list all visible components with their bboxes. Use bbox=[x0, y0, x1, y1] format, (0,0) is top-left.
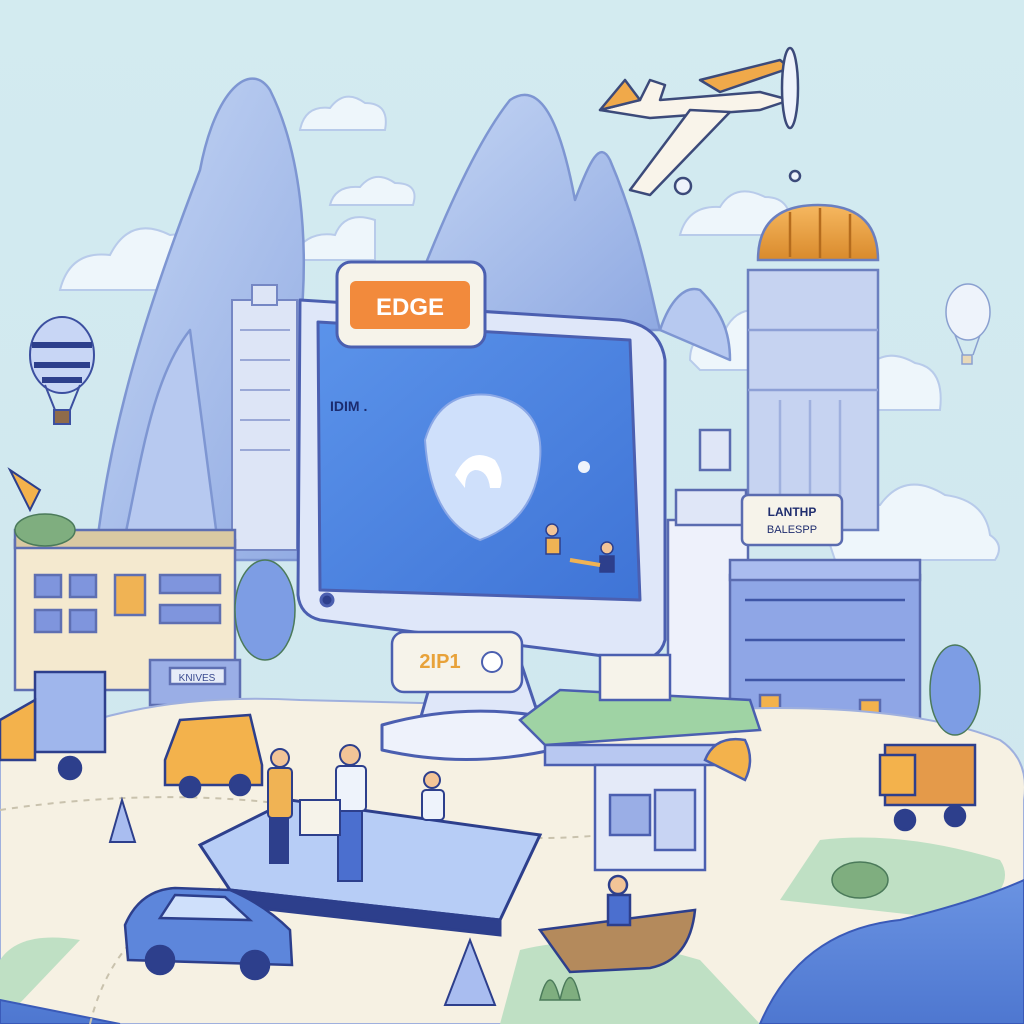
left-tower-building bbox=[231, 284, 298, 551]
building-sign-line1: LANTHP bbox=[768, 505, 817, 519]
stand-label-icon bbox=[481, 651, 503, 673]
stand-label-text: 2IP1 bbox=[419, 651, 460, 673]
observatory-tower bbox=[746, 203, 880, 532]
yellow-van bbox=[163, 713, 264, 799]
building-sign-line2: BALESPP bbox=[767, 524, 817, 536]
edge-badge-label: EDGE bbox=[376, 294, 444, 321]
building-sign bbox=[740, 493, 844, 547]
screen-text: IDIM . bbox=[330, 398, 367, 414]
shop-sign: KNIVES bbox=[179, 673, 216, 684]
screen-dot bbox=[578, 461, 590, 473]
illustration-scene: KNIVES LANTHP BALESPP IDIM . EDGE 2IP1 bbox=[0, 0, 1024, 1024]
